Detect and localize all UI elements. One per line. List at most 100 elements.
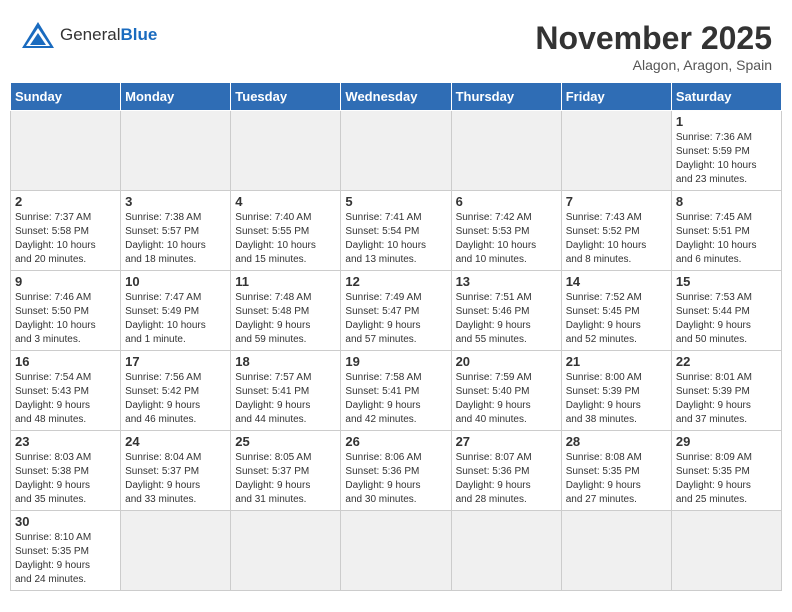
day-number: 15 [676,274,777,289]
day-info: Sunrise: 7:53 AM Sunset: 5:44 PM Dayligh… [676,291,777,347]
day-number: 12 [345,274,446,289]
day-info: Sunrise: 8:03 AM Sunset: 5:38 PM Dayligh… [15,451,116,507]
day-info: Sunrise: 7:36 AM Sunset: 5:59 PM Dayligh… [676,131,777,187]
calendar-cell: 19Sunrise: 7:58 AM Sunset: 5:41 PM Dayli… [341,351,451,431]
day-info: Sunrise: 7:40 AM Sunset: 5:55 PM Dayligh… [235,211,336,267]
title-block: November 2025 Alagon, Aragon, Spain [535,20,772,73]
weekday-header-row: SundayMondayTuesdayWednesdayThursdayFrid… [11,83,782,111]
calendar-cell: 12Sunrise: 7:49 AM Sunset: 5:47 PM Dayli… [341,271,451,351]
week-row-1: 1 Sunrise: 7:36 AM Sunset: 5:59 PM Daylig… [11,111,782,191]
week-row-4: 16 Sunrise: 7:54 AM Sunset: 5:43 PM Dayli… [11,351,782,431]
day-number: 17 [125,354,226,369]
day-number: 28 [566,434,667,449]
page-header: GeneralBlue November 2025 Alagon, Aragon… [10,10,782,78]
day-info: Sunrise: 8:04 AM Sunset: 5:37 PM Dayligh… [125,451,226,507]
day-info: Sunrise: 7:58 AM Sunset: 5:41 PM Dayligh… [345,371,446,427]
day-number: 11 [235,274,336,289]
calendar-cell: 16 Sunrise: 7:54 AM Sunset: 5:43 PM Dayli… [11,351,121,431]
calendar-cell: 24 Sunrise: 8:04 AM Sunset: 5:37 PM Dayli… [121,431,231,511]
week-row-2: 2Sunrise: 7:37 AM Sunset: 5:58 PM Daylig… [11,191,782,271]
day-info: Sunrise: 8:07 AM Sunset: 5:36 PM Dayligh… [456,451,557,507]
calendar-cell: 14 Sunrise: 7:52 AM Sunset: 5:45 PM Dayli… [561,271,671,351]
calendar-cell: 18Sunrise: 7:57 AM Sunset: 5:41 PM Dayli… [231,351,341,431]
day-number: 3 [125,194,226,209]
day-number: 21 [566,354,667,369]
week-row-5: 23 Sunrise: 8:03 AM Sunset: 5:38 PM Dayli… [11,431,782,511]
calendar-cell: 10Sunrise: 7:47 AM Sunset: 5:49 PM Dayli… [121,271,231,351]
day-number: 1 [676,114,777,129]
day-info: Sunrise: 7:52 AM Sunset: 5:45 PM Dayligh… [566,291,667,347]
day-info: Sunrise: 7:51 AM Sunset: 5:46 PM Dayligh… [456,291,557,347]
calendar-cell [341,111,451,191]
day-info: Sunrise: 7:42 AM Sunset: 5:53 PM Dayligh… [456,211,557,267]
calendar-cell [121,111,231,191]
calendar-cell [11,111,121,191]
calendar-cell: 17 Sunrise: 7:56 AM Sunset: 5:42 PM Dayli… [121,351,231,431]
day-number: 20 [456,354,557,369]
calendar-cell [231,511,341,591]
day-number: 14 [566,274,667,289]
day-number: 5 [345,194,446,209]
day-number: 24 [125,434,226,449]
generalblue-logo-icon [20,20,56,50]
calendar-cell: 5 Sunrise: 7:41 AM Sunset: 5:54 PM Daylig… [341,191,451,271]
day-info: Sunrise: 7:57 AM Sunset: 5:41 PM Dayligh… [235,371,336,427]
calendar-cell [561,511,671,591]
calendar-cell [121,511,231,591]
day-info: Sunrise: 7:46 AM Sunset: 5:50 PM Dayligh… [15,291,116,347]
day-number: 8 [676,194,777,209]
calendar-cell: 22Sunrise: 8:01 AM Sunset: 5:39 PM Dayli… [671,351,781,431]
day-number: 26 [345,434,446,449]
day-info: Sunrise: 7:38 AM Sunset: 5:57 PM Dayligh… [125,211,226,267]
day-number: 4 [235,194,336,209]
calendar-cell: 11Sunrise: 7:48 AM Sunset: 5:48 PM Dayli… [231,271,341,351]
day-info: Sunrise: 7:54 AM Sunset: 5:43 PM Dayligh… [15,371,116,427]
weekday-header-sunday: Sunday [11,83,121,111]
week-row-3: 9 Sunrise: 7:46 AM Sunset: 5:50 PM Daylig… [11,271,782,351]
calendar-cell: 3 Sunrise: 7:38 AM Sunset: 5:57 PM Daylig… [121,191,231,271]
calendar-table: SundayMondayTuesdayWednesdayThursdayFrid… [10,82,782,591]
weekday-header-monday: Monday [121,83,231,111]
day-info: Sunrise: 8:10 AM Sunset: 5:35 PM Dayligh… [15,531,116,587]
day-number: 25 [235,434,336,449]
day-info: Sunrise: 7:41 AM Sunset: 5:54 PM Dayligh… [345,211,446,267]
calendar-cell: 1 Sunrise: 7:36 AM Sunset: 5:59 PM Daylig… [671,111,781,191]
calendar-cell [671,511,781,591]
calendar-cell: 2Sunrise: 7:37 AM Sunset: 5:58 PM Daylig… [11,191,121,271]
day-info: Sunrise: 7:43 AM Sunset: 5:52 PM Dayligh… [566,211,667,267]
calendar-cell: 6 Sunrise: 7:42 AM Sunset: 5:53 PM Daylig… [451,191,561,271]
day-info: Sunrise: 8:06 AM Sunset: 5:36 PM Dayligh… [345,451,446,507]
calendar-cell: 25 Sunrise: 8:05 AM Sunset: 5:37 PM Dayli… [231,431,341,511]
calendar-cell: 20 Sunrise: 7:59 AM Sunset: 5:40 PM Dayli… [451,351,561,431]
weekday-header-wednesday: Wednesday [341,83,451,111]
day-number: 9 [15,274,116,289]
day-number: 16 [15,354,116,369]
day-number: 30 [15,514,116,529]
calendar-cell: 28Sunrise: 8:08 AM Sunset: 5:35 PM Dayli… [561,431,671,511]
day-number: 6 [456,194,557,209]
day-info: Sunrise: 8:09 AM Sunset: 5:35 PM Dayligh… [676,451,777,507]
calendar-cell: 7Sunrise: 7:43 AM Sunset: 5:52 PM Daylig… [561,191,671,271]
calendar-cell: 13 Sunrise: 7:51 AM Sunset: 5:46 PM Dayli… [451,271,561,351]
calendar-cell: 4 Sunrise: 7:40 AM Sunset: 5:55 PM Daylig… [231,191,341,271]
month-title: November 2025 [535,20,772,57]
day-number: 23 [15,434,116,449]
calendar-cell [231,111,341,191]
weekday-header-friday: Friday [561,83,671,111]
day-info: Sunrise: 7:56 AM Sunset: 5:42 PM Dayligh… [125,371,226,427]
calendar-cell: 23 Sunrise: 8:03 AM Sunset: 5:38 PM Dayli… [11,431,121,511]
calendar-cell: 26 Sunrise: 8:06 AM Sunset: 5:36 PM Dayli… [341,431,451,511]
calendar-cell: 8 Sunrise: 7:45 AM Sunset: 5:51 PM Daylig… [671,191,781,271]
calendar-cell [451,111,561,191]
calendar-cell: 27Sunrise: 8:07 AM Sunset: 5:36 PM Dayli… [451,431,561,511]
calendar-cell: 29Sunrise: 8:09 AM Sunset: 5:35 PM Dayli… [671,431,781,511]
day-info: Sunrise: 7:47 AM Sunset: 5:49 PM Dayligh… [125,291,226,347]
day-number: 13 [456,274,557,289]
day-info: Sunrise: 7:45 AM Sunset: 5:51 PM Dayligh… [676,211,777,267]
day-info: Sunrise: 8:05 AM Sunset: 5:37 PM Dayligh… [235,451,336,507]
logo: GeneralBlue [20,20,157,50]
day-info: Sunrise: 7:59 AM Sunset: 5:40 PM Dayligh… [456,371,557,427]
calendar-cell: 9 Sunrise: 7:46 AM Sunset: 5:50 PM Daylig… [11,271,121,351]
location: Alagon, Aragon, Spain [535,57,772,73]
week-row-6: 30 Sunrise: 8:10 AM Sunset: 5:35 PM Dayli… [11,511,782,591]
